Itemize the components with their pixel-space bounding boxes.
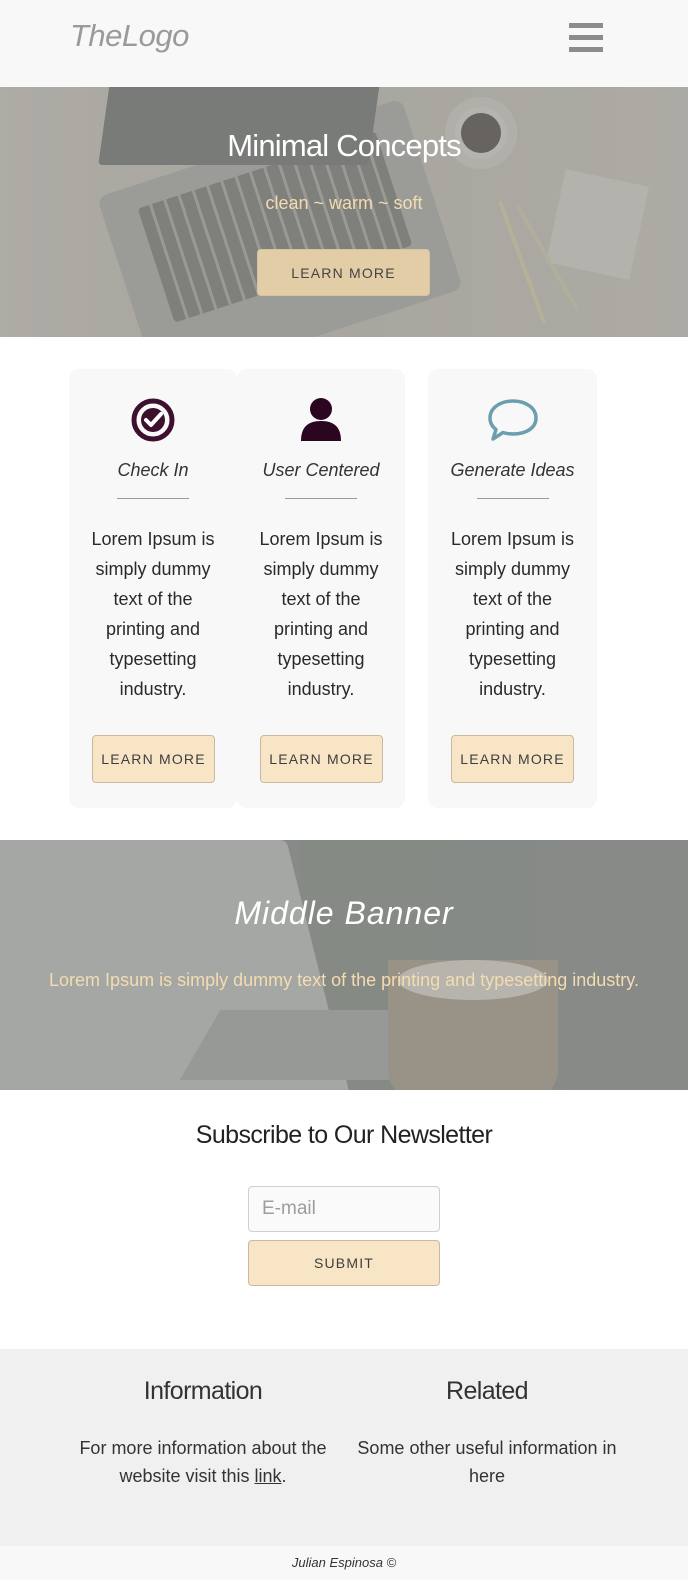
card-title: Check In [117, 460, 189, 480]
footer-text: Some other useful information in here [357, 1438, 617, 1486]
card-title: Generate Ideas [450, 460, 575, 480]
email-field[interactable] [248, 1186, 440, 1232]
middle-banner-title: Middle Banner [234, 895, 454, 931]
footer-text-part: . [281, 1466, 287, 1486]
menu-bar [569, 47, 603, 52]
submit-button[interactable]: SUBMIT [248, 1240, 440, 1286]
menu-bar [569, 23, 603, 28]
site-logo[interactable]: TheLogo [70, 18, 189, 54]
check-circle-icon [69, 397, 237, 443]
feature-card-generate-ideas: Generate Ideas Lorem Ipsum is simply dum… [428, 369, 597, 808]
middle-banner: Middle Banner Lorem Ipsum is simply dumm… [0, 840, 688, 1090]
feature-card-user-centered: User Centered Lorem Ipsum is simply dumm… [237, 369, 405, 808]
speech-bubble-icon [428, 397, 597, 443]
footer-info-section: Information For more information about t… [0, 1349, 688, 1546]
card-text: Lorem Ipsum is simply dummy text of the … [91, 529, 215, 699]
middle-banner-text: Lorem Ipsum is simply dummy text of the … [49, 970, 639, 990]
hamburger-menu-icon[interactable] [569, 23, 603, 57]
copyright-text: Julian Espinosa © [0, 1546, 688, 1580]
card-learn-more-button[interactable]: LEARN MORE [92, 735, 215, 783]
card-divider [476, 498, 549, 499]
middle-banner-overlay [0, 840, 688, 1090]
user-icon [237, 397, 405, 443]
footer-heading: Information [143, 1377, 263, 1405]
menu-bar [569, 35, 603, 40]
footer-heading: Related [446, 1377, 529, 1405]
hero-subtitle: clean ~ warm ~ soft [265, 193, 423, 213]
footer-text: For more information about the website v… [58, 1434, 348, 1490]
card-divider [285, 498, 357, 499]
hero-banner: Minimal Concepts clean ~ warm ~ soft LEA… [0, 87, 688, 337]
hero-title: Minimal Concepts [227, 128, 461, 163]
site-header: TheLogo [0, 0, 688, 87]
card-learn-more-button[interactable]: LEARN MORE [451, 735, 574, 783]
card-text: Lorem Ipsum is simply dummy text of the … [259, 529, 383, 699]
card-divider [117, 498, 189, 499]
newsletter-title: Subscribe to Our Newsletter [195, 1121, 493, 1149]
footer-link[interactable]: link [255, 1466, 282, 1486]
hero-learn-more-button[interactable]: LEARN MORE [257, 249, 430, 296]
card-title: User Centered [262, 460, 380, 480]
card-text: Lorem Ipsum is simply dummy text of the … [450, 529, 575, 699]
feature-card-check-in: Check In Lorem Ipsum is simply dummy tex… [69, 369, 237, 808]
footer-text-part: For more information about the website v… [79, 1438, 327, 1486]
card-learn-more-button[interactable]: LEARN MORE [260, 735, 383, 783]
